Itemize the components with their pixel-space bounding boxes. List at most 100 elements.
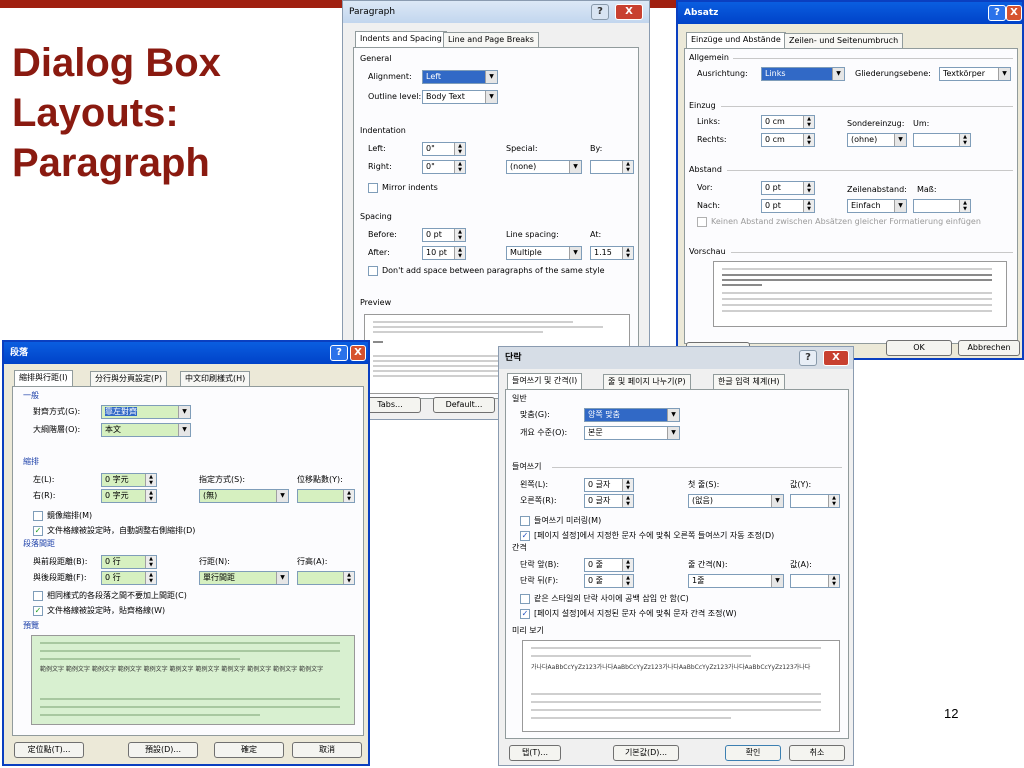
- shift-input[interactable]: ▲ ▼: [297, 489, 355, 503]
- auto-adjust-checkbox[interactable]: ✓: [33, 526, 43, 536]
- snap-checkbox[interactable]: ✓: [520, 609, 530, 619]
- spinner-icon[interactable]: ▲ ▼: [803, 134, 814, 146]
- outline-select[interactable]: 本文 ▼: [101, 423, 191, 437]
- spinner-icon[interactable]: ▲ ▼: [145, 490, 156, 502]
- first-line-select[interactable]: (없음) ▼: [688, 494, 784, 508]
- tab-input-system[interactable]: 한글 입력 체계(H): [713, 374, 785, 390]
- right-indent-input[interactable]: 0" ▲ ▼: [422, 160, 466, 174]
- nach-input[interactable]: 0 pt ▲ ▼: [761, 199, 815, 213]
- ok-button[interactable]: 확인: [725, 745, 781, 761]
- mirror-checkbox[interactable]: [33, 511, 43, 521]
- cancel-button[interactable]: 취소: [789, 745, 845, 761]
- tabs-button[interactable]: 탭(T)...: [509, 745, 561, 761]
- line-spacing-select[interactable]: Multiple ▼: [506, 246, 582, 260]
- after-input[interactable]: 0 줄 ▲ ▼: [584, 574, 634, 588]
- spinner-icon[interactable]: ▲ ▼: [622, 479, 633, 491]
- ausrichtung-select[interactable]: Links ▼: [761, 67, 845, 81]
- spinner-icon[interactable]: ▲ ▼: [343, 572, 354, 584]
- by-input[interactable]: ▲ ▼: [590, 160, 634, 174]
- spinner-icon[interactable]: ▲ ▼: [622, 495, 633, 507]
- spinner-icon[interactable]: ▲ ▼: [454, 161, 465, 173]
- links-input[interactable]: 0 cm ▲ ▼: [761, 115, 815, 129]
- spinner-icon[interactable]: ▲ ▼: [343, 490, 354, 502]
- spinner-icon[interactable]: ▲ ▼: [454, 229, 465, 241]
- help-button[interactable]: ?: [330, 345, 348, 361]
- help-button[interactable]: ?: [988, 5, 1006, 21]
- help-button[interactable]: ?: [591, 4, 609, 20]
- tab-zeilen-seitenumbruch[interactable]: Zeilen- und Seitenumbruch: [784, 33, 904, 49]
- spinner-icon[interactable]: ▲ ▼: [622, 559, 633, 571]
- spinner-icon[interactable]: ▲ ▼: [622, 575, 633, 587]
- special-select[interactable]: (無) ▼: [199, 489, 289, 503]
- dont-add-space-checkbox[interactable]: [368, 266, 378, 276]
- spinner-icon[interactable]: ▲ ▼: [828, 575, 839, 587]
- spinner-icon[interactable]: ▲ ▼: [622, 247, 633, 259]
- kein-abstand-checkbox[interactable]: [697, 217, 707, 227]
- tab-line-page[interactable]: 줄 및 페이지 나누기(P): [603, 374, 691, 390]
- spinner-icon[interactable]: ▲ ▼: [145, 474, 156, 486]
- gliederung-select[interactable]: Textkörper ▼: [939, 67, 1011, 81]
- before-input[interactable]: 0 pt ▲ ▼: [422, 228, 466, 242]
- after-input[interactable]: 10 pt ▲ ▼: [422, 246, 466, 260]
- left-indent-input[interactable]: 0" ▲ ▼: [422, 142, 466, 156]
- at-input[interactable]: ▲ ▼: [297, 571, 355, 585]
- line-select[interactable]: 單行間距 ▼: [199, 571, 289, 585]
- vor-input[interactable]: 0 pt ▲ ▼: [761, 181, 815, 195]
- snap-checkbox[interactable]: ✓: [33, 606, 43, 616]
- spinner-icon[interactable]: ▲ ▼: [454, 247, 465, 259]
- auto-right-checkbox[interactable]: ✓: [520, 531, 530, 541]
- mirror-indents-checkbox[interactable]: [368, 183, 378, 193]
- spinner-icon[interactable]: ▲ ▼: [454, 143, 465, 155]
- special-select[interactable]: (none) ▼: [506, 160, 582, 174]
- at-input[interactable]: 1.15 ▲ ▼: [590, 246, 634, 260]
- value-input[interactable]: ▲ ▼: [790, 494, 840, 508]
- default-button[interactable]: 預設(D)...: [128, 742, 198, 758]
- tabs-button[interactable]: 定位點(T)...: [14, 742, 84, 758]
- um-input[interactable]: ▲ ▼: [913, 133, 971, 147]
- spinner-icon[interactable]: ▲ ▼: [145, 556, 156, 568]
- outline-select[interactable]: 본문 ▼: [584, 426, 680, 440]
- spinner-icon[interactable]: ▲ ▼: [803, 116, 814, 128]
- spinner-icon[interactable]: ▲ ▼: [959, 134, 970, 146]
- cancel-button[interactable]: 取消: [292, 742, 362, 758]
- default-button[interactable]: 기본값(D)...: [613, 745, 679, 761]
- spinner-icon[interactable]: ▲ ▼: [803, 200, 814, 212]
- tab-line-page[interactable]: 分行與分頁設定(P): [90, 371, 168, 387]
- tab-asian-typography[interactable]: 中文印刷樣式(H): [180, 371, 251, 387]
- after-input[interactable]: 0 行 ▲ ▼: [101, 571, 157, 585]
- right-input[interactable]: 0 字元 ▲ ▼: [101, 489, 157, 503]
- before-input[interactable]: 0 줄 ▲ ▼: [584, 558, 634, 572]
- abbrechen-button[interactable]: Abbrechen: [958, 340, 1020, 356]
- left-input[interactable]: 0 字元 ▲ ▼: [101, 473, 157, 487]
- close-button[interactable]: X: [615, 4, 643, 20]
- default-button[interactable]: Default...: [433, 397, 495, 413]
- ok-button[interactable]: 確定: [214, 742, 284, 758]
- spinner-icon[interactable]: ▲ ▼: [803, 182, 814, 194]
- align-select[interactable]: 靠左對齊 ▼: [101, 405, 191, 419]
- help-button[interactable]: ?: [799, 350, 817, 366]
- outline-level-select[interactable]: Body Text ▼: [422, 90, 498, 104]
- same-style-checkbox[interactable]: [520, 594, 530, 604]
- before-input[interactable]: 0 行 ▲ ▼: [101, 555, 157, 569]
- no-space-checkbox[interactable]: [33, 591, 43, 601]
- align-select[interactable]: 양쪽 맞춤 ▼: [584, 408, 680, 422]
- zeilenabstand-select[interactable]: Einfach ▼: [847, 199, 907, 213]
- mirror-checkbox[interactable]: [520, 516, 530, 526]
- sondereinzug-select[interactable]: (ohne) ▼: [847, 133, 907, 147]
- spinner-icon[interactable]: ▲ ▼: [828, 495, 839, 507]
- tab-line-page-breaks[interactable]: Line and Page Breaks: [443, 32, 539, 48]
- spinner-icon[interactable]: ▲ ▼: [145, 572, 156, 584]
- spinner-icon[interactable]: ▲ ▼: [622, 161, 633, 173]
- close-button[interactable]: X: [1006, 5, 1022, 21]
- at-input[interactable]: ▲ ▼: [790, 574, 840, 588]
- ok-button[interactable]: OK: [886, 340, 952, 356]
- alignment-select[interactable]: Left ▼: [422, 70, 498, 84]
- line-select[interactable]: 1줄 ▼: [688, 574, 784, 588]
- rechts-input[interactable]: 0 cm ▲ ▼: [761, 133, 815, 147]
- right-input[interactable]: 0 글자 ▲ ▼: [584, 494, 634, 508]
- close-button[interactable]: X: [823, 350, 849, 366]
- mass-input[interactable]: ▲ ▼: [913, 199, 971, 213]
- spinner-icon[interactable]: ▲ ▼: [959, 200, 970, 212]
- close-button[interactable]: X: [350, 345, 366, 361]
- left-input[interactable]: 0 글자 ▲ ▼: [584, 478, 634, 492]
